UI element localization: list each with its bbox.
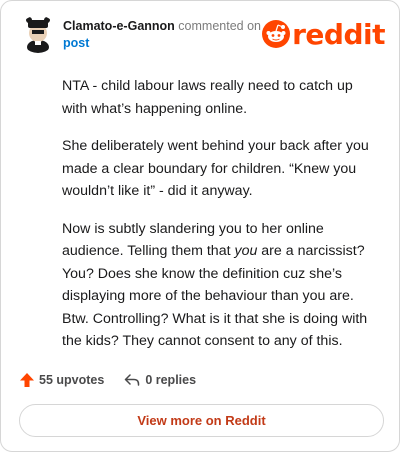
- upvote-arrow-icon: [20, 373, 34, 387]
- reply-button[interactable]: 0 replies: [124, 372, 196, 388]
- comment-body: NTA - child labour laws really need to c…: [62, 75, 378, 368]
- author-name[interactable]: Clamato-e-Gannon: [63, 19, 175, 33]
- reply-count: 0 replies: [145, 373, 197, 387]
- action-text: commented on: [178, 19, 261, 33]
- upvote-button[interactable]: 55 upvotes: [19, 372, 104, 388]
- reddit-wordmark: reddit: [292, 17, 385, 51]
- reply-arrow-icon: [125, 374, 140, 386]
- view-more-button[interactable]: View more on Reddit: [19, 404, 384, 437]
- comment-header: Clamato-e-Gannon commented on post reddi…: [19, 15, 385, 55]
- comment-embed-card: Clamato-e-Gannon commented on post reddi…: [0, 0, 400, 452]
- comment-paragraph: NTA - child labour laws really need to c…: [62, 78, 353, 117]
- avatar-image: [19, 15, 57, 53]
- reddit-logo[interactable]: reddit: [262, 17, 385, 51]
- post-link[interactable]: post: [63, 35, 273, 52]
- comment-paragraph: She deliberately went behind your back a…: [62, 138, 369, 199]
- comment-meta: Clamato-e-Gannon commented on post: [63, 18, 273, 52]
- comment-paragraph: Now is subtly slandering you to her onli…: [62, 218, 378, 353]
- reddit-snoo-icon: [262, 20, 291, 48]
- emphasis-text: you: [234, 243, 258, 259]
- upvote-count: 55 upvotes: [39, 373, 105, 387]
- comment-footer: 55 upvotes 0 replies: [19, 369, 196, 391]
- avatar[interactable]: [19, 15, 57, 53]
